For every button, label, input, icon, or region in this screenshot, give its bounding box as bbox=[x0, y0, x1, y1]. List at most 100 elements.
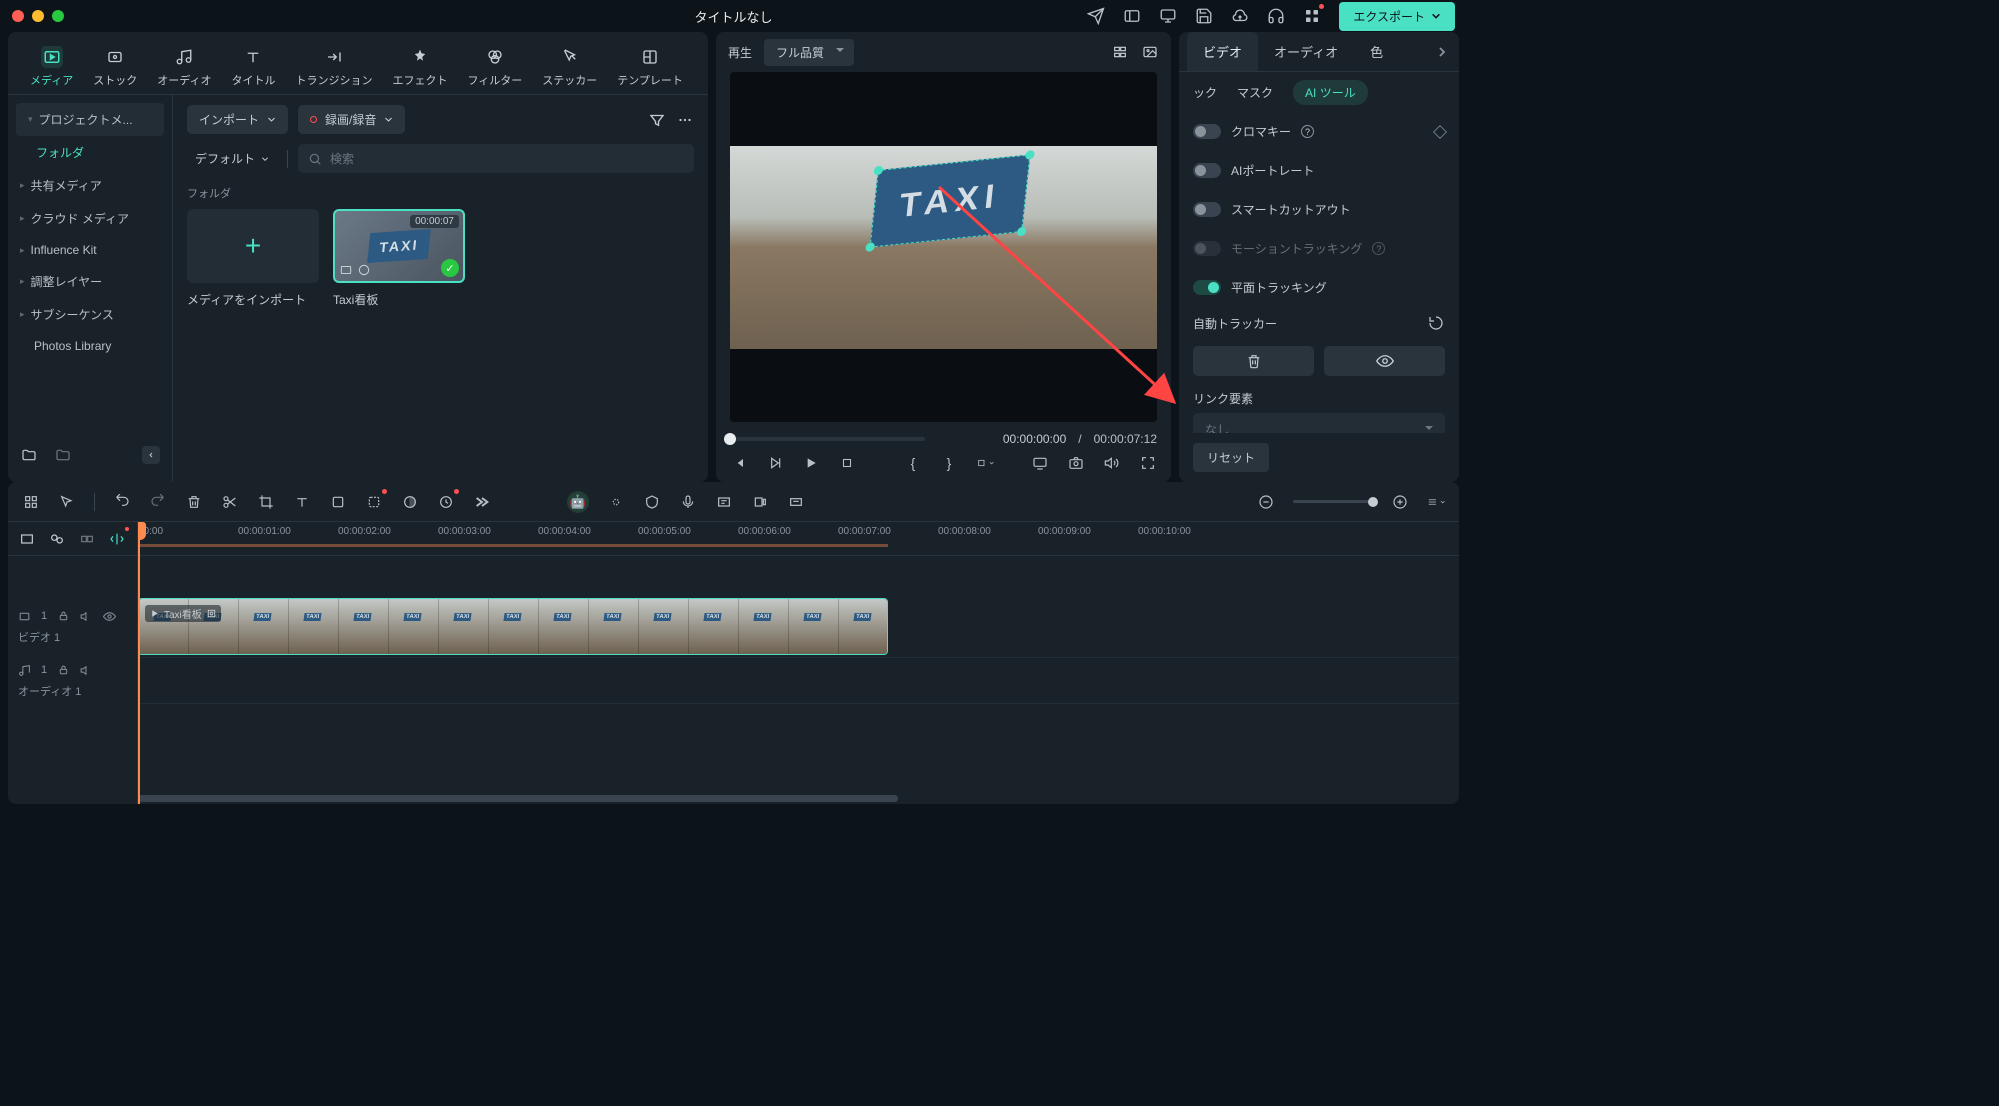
send-icon[interactable] bbox=[1087, 7, 1105, 25]
quality-select[interactable]: フル品質 bbox=[764, 39, 854, 66]
image-view-icon[interactable] bbox=[1141, 43, 1159, 61]
handle-br[interactable] bbox=[1017, 226, 1027, 236]
audio-track-header[interactable]: 1 オーディオ 1 bbox=[8, 658, 137, 704]
auto-tool-icon[interactable] bbox=[365, 493, 383, 511]
subtab-basic[interactable]: ック bbox=[1193, 84, 1217, 101]
link-element-select[interactable]: なし bbox=[1193, 413, 1445, 433]
help-icon[interactable]: ? bbox=[1301, 125, 1314, 138]
audio-track-row[interactable] bbox=[138, 658, 1459, 704]
sort-dropdown[interactable]: デフォルト bbox=[187, 146, 277, 171]
aspect-icon[interactable] bbox=[787, 493, 805, 511]
snapshot-icon[interactable] bbox=[1067, 454, 1085, 472]
cloud-icon[interactable] bbox=[1231, 7, 1249, 25]
display-icon[interactable] bbox=[1031, 454, 1049, 472]
color-tool-icon[interactable] bbox=[401, 493, 419, 511]
tab-stock[interactable]: ストック bbox=[83, 40, 147, 94]
mask-tool-icon[interactable] bbox=[329, 493, 347, 511]
collapse-sidebar[interactable] bbox=[142, 446, 160, 464]
tab-sticker[interactable]: ステッカー bbox=[532, 40, 607, 94]
play-icon[interactable] bbox=[802, 454, 820, 472]
handle-tl[interactable] bbox=[873, 165, 883, 175]
timeline-opt3-icon[interactable] bbox=[78, 530, 96, 548]
seek-knob[interactable] bbox=[724, 433, 736, 445]
tracking-selection[interactable]: TAXI bbox=[870, 154, 1031, 247]
zoom-out-icon[interactable] bbox=[1257, 493, 1275, 511]
toggle-portrait[interactable] bbox=[1193, 163, 1221, 178]
timeline-clip-taxi[interactable]: Taxi看板 bbox=[138, 598, 888, 655]
crop-tool-icon[interactable] bbox=[976, 454, 994, 472]
sidebar-subseq[interactable]: ▸サブシーケンス bbox=[8, 298, 172, 331]
close-window[interactable] bbox=[12, 10, 24, 22]
toggle-planar-tracking[interactable] bbox=[1193, 280, 1221, 295]
toggle-chroma[interactable] bbox=[1193, 124, 1221, 139]
tab-template[interactable]: テンプレート bbox=[607, 40, 693, 94]
undo-icon[interactable] bbox=[113, 493, 131, 511]
tab-transition[interactable]: トランジション bbox=[285, 40, 382, 94]
work-range[interactable] bbox=[138, 544, 888, 547]
more-tools-icon[interactable] bbox=[473, 493, 491, 511]
import-tile[interactable]: + メディアをインポート bbox=[187, 209, 319, 308]
toggle-cutout[interactable] bbox=[1193, 202, 1221, 217]
timeline-opt4-icon[interactable] bbox=[108, 530, 126, 548]
tab-filter[interactable]: フィルター bbox=[457, 40, 532, 94]
toolbox-icon[interactable] bbox=[22, 493, 40, 511]
insp-tab-color[interactable]: 色 bbox=[1354, 32, 1399, 71]
tab-media[interactable]: メディア bbox=[20, 40, 83, 94]
timeline-opt2-icon[interactable] bbox=[48, 530, 66, 548]
sidebar-project-media[interactable]: ▾プロジェクトメ... bbox=[16, 103, 164, 136]
text-icon[interactable] bbox=[293, 493, 311, 511]
record-dropdown[interactable]: 録画/録音 bbox=[298, 105, 405, 134]
export-button[interactable]: エクスポート bbox=[1339, 2, 1455, 31]
save-icon[interactable] bbox=[1195, 7, 1213, 25]
more-icon[interactable] bbox=[676, 111, 694, 129]
reset-button[interactable]: リセット bbox=[1193, 443, 1269, 472]
playhead[interactable] bbox=[138, 522, 140, 804]
play-clip-icon[interactable] bbox=[766, 454, 784, 472]
keyframe-icon[interactable] bbox=[1433, 124, 1447, 138]
import-dropdown[interactable]: インポート bbox=[187, 105, 288, 134]
delete-tracker-button[interactable] bbox=[1193, 346, 1314, 376]
seek-bar[interactable] bbox=[730, 437, 925, 441]
tab-title[interactable]: タイトル bbox=[221, 40, 285, 94]
tab-audio[interactable]: オーディオ bbox=[147, 40, 221, 94]
timeline-scrollbar[interactable] bbox=[138, 795, 898, 802]
video-track-row[interactable]: Taxi看板 bbox=[138, 596, 1459, 658]
timeline-opt1-icon[interactable] bbox=[18, 530, 36, 548]
zoom-in-icon[interactable] bbox=[1391, 493, 1409, 511]
media-clip-taxi[interactable]: TAXI 00:00:07 ✓ Taxi看板 bbox=[333, 209, 465, 308]
maximize-window[interactable] bbox=[52, 10, 64, 22]
volume-icon[interactable] bbox=[1103, 454, 1121, 472]
preview-tracker-button[interactable] bbox=[1324, 346, 1445, 376]
handle-tr[interactable] bbox=[1025, 150, 1035, 160]
subtab-mask[interactable]: マスク bbox=[1237, 84, 1273, 101]
sidebar-folder[interactable]: フォルダ bbox=[8, 136, 172, 169]
stop-icon[interactable] bbox=[838, 454, 856, 472]
zoom-knob[interactable] bbox=[1368, 497, 1378, 507]
video-track-header[interactable]: 1 ビデオ 1 bbox=[8, 596, 137, 658]
view-mode-icon[interactable] bbox=[1427, 493, 1445, 511]
minimize-window[interactable] bbox=[32, 10, 44, 22]
monitor-icon[interactable] bbox=[1159, 7, 1177, 25]
timeline-ruler[interactable]: 00:0000:00:01:0000:00:02:0000:00:03:0000… bbox=[138, 522, 1459, 556]
marker-tool-icon[interactable] bbox=[751, 493, 769, 511]
split-icon[interactable] bbox=[221, 493, 239, 511]
tab-effect[interactable]: エフェクト bbox=[382, 40, 457, 94]
ai-avatar-icon[interactable]: 🤖 bbox=[567, 491, 589, 513]
grid-view-icon[interactable] bbox=[1111, 43, 1129, 61]
fullscreen-icon[interactable] bbox=[1139, 454, 1157, 472]
filter-icon[interactable] bbox=[648, 111, 666, 129]
zoom-slider[interactable] bbox=[1293, 500, 1373, 503]
preview-canvas[interactable]: TAXI bbox=[730, 72, 1157, 422]
sidebar-photos[interactable]: Photos Library bbox=[8, 331, 172, 361]
sparkle-icon[interactable] bbox=[607, 493, 625, 511]
panel-icon[interactable] bbox=[1123, 7, 1141, 25]
subtab-ai-tools[interactable]: AI ツール bbox=[1293, 80, 1368, 105]
handle-bl[interactable] bbox=[865, 242, 875, 252]
mark-in-icon[interactable]: { bbox=[904, 454, 922, 472]
search-input[interactable]: 検索 bbox=[298, 144, 694, 173]
apps-icon[interactable] bbox=[1303, 7, 1321, 25]
reset-tracker-icon[interactable] bbox=[1427, 314, 1445, 332]
sidebar-cloud[interactable]: ▸クラウド メディア bbox=[8, 202, 172, 235]
music-icon[interactable] bbox=[715, 493, 733, 511]
new-folder-icon[interactable] bbox=[20, 446, 38, 464]
